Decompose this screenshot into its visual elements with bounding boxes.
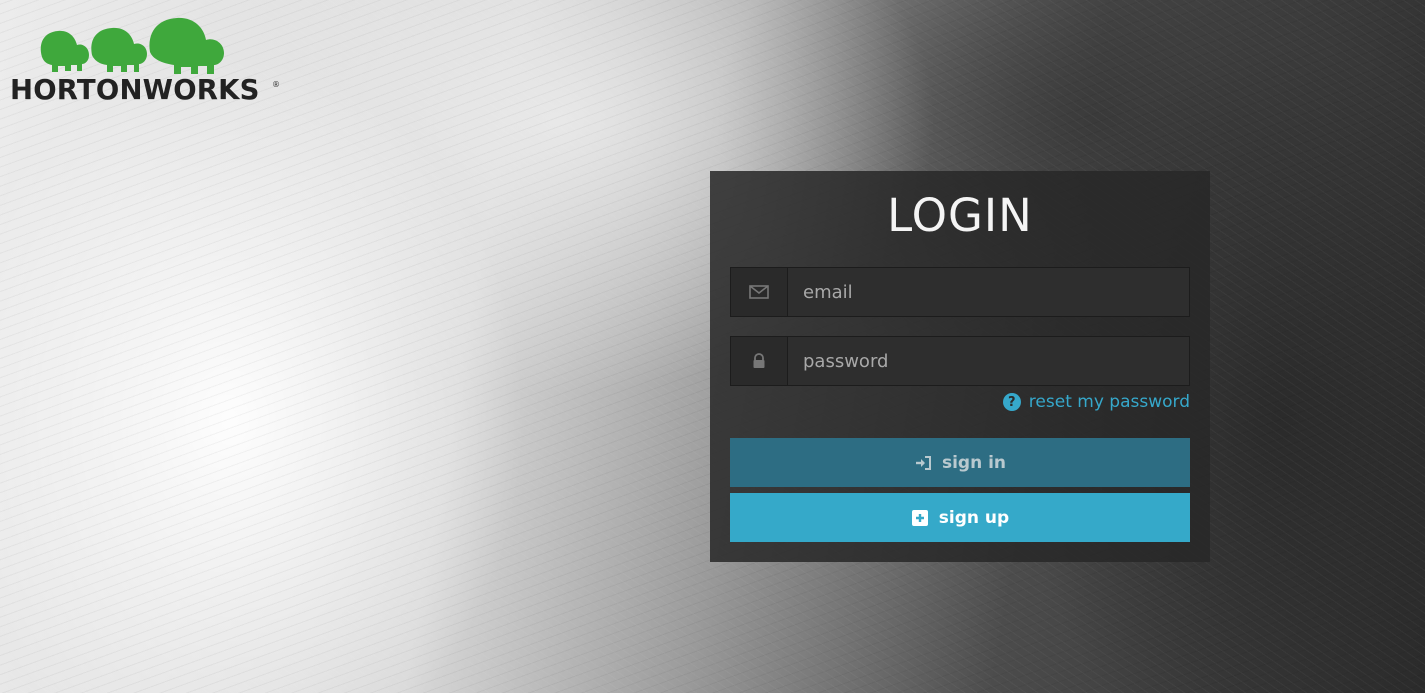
sign-up-button[interactable]: sign up <box>730 493 1190 542</box>
reset-password-label: reset my password <box>1028 392 1190 412</box>
registered-trademark-mark: ® <box>272 80 280 89</box>
envelope-icon <box>731 268 788 316</box>
plus-square-icon <box>911 509 929 527</box>
password-field <box>730 336 1190 386</box>
password-input[interactable] <box>788 337 1189 385</box>
brand-name: HORTONWORKS <box>10 74 260 106</box>
elephants-logo-icon <box>40 17 224 74</box>
email-field <box>730 267 1190 317</box>
login-page: HORTONWORKS ® LOGIN ? r <box>0 0 1425 693</box>
question-circle-icon: ? <box>1002 393 1021 411</box>
login-panel: LOGIN ? reset my password <box>710 171 1210 562</box>
sign-in-label: sign in <box>941 452 1007 473</box>
lock-icon <box>731 337 788 385</box>
hortonworks-logo: HORTONWORKS ® <box>10 12 280 108</box>
login-title: LOGIN <box>887 189 1033 242</box>
sign-up-label: sign up <box>938 507 1010 528</box>
sign-in-button[interactable]: sign in <box>730 438 1190 487</box>
sign-in-icon <box>914 455 932 471</box>
reset-password-link[interactable]: ? reset my password <box>1002 392 1190 412</box>
email-input[interactable] <box>788 268 1189 316</box>
